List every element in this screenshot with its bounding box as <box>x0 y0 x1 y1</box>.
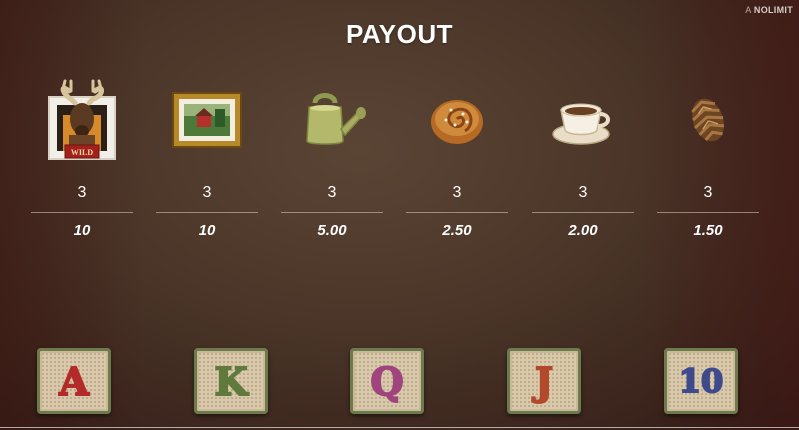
symbol-payout: 2.50 <box>442 222 472 239</box>
symbol-count: 3 <box>452 184 462 201</box>
tile-letter: J <box>534 358 554 405</box>
divider <box>281 212 383 213</box>
tile-10: 10 <box>664 348 738 414</box>
symbol-count: 3 <box>578 184 588 201</box>
symbol-column-watering-can: 3 5.00 <box>281 75 383 239</box>
divider <box>31 212 133 213</box>
symbol-column-picture: 3 10 <box>156 75 258 239</box>
symbol-column-moose: WILD 3 10 <box>31 75 133 239</box>
divider <box>657 212 759 213</box>
symbol-payout: 10 <box>73 222 91 239</box>
symbol-count: 3 <box>77 184 87 201</box>
symbol-payout: 10 <box>198 222 216 239</box>
symbol-payout: 2.00 <box>568 222 598 239</box>
symbol-column-pine-cone: 3 1.50 <box>657 75 759 239</box>
cinnamon-bun-icon <box>406 75 508 165</box>
tile-letter: 10 <box>678 361 725 401</box>
tile-letter: Q <box>369 358 404 405</box>
symbol-count: 3 <box>327 184 337 201</box>
symbol-payout: 5.00 <box>317 222 347 239</box>
brand-logo: A NOLIMIT <box>745 5 793 15</box>
page-title: PAYOUT <box>345 19 454 49</box>
bottom-divider <box>0 427 799 428</box>
moose-wild-icon: WILD <box>31 75 133 165</box>
tile-q: Q <box>350 348 424 414</box>
symbol-column-coffee-cup: 3 2.00 <box>532 75 634 239</box>
coffee-cup-icon <box>532 75 634 165</box>
tile-j: J <box>507 348 581 414</box>
pine-cone-icon <box>657 75 759 165</box>
symbol-count: 3 <box>703 184 713 201</box>
symbol-payout: 1.50 <box>693 222 723 239</box>
symbol-column-cinnamon-bun: 3 2.50 <box>406 75 508 239</box>
tile-k: K <box>194 348 268 414</box>
symbol-count: 3 <box>202 184 212 201</box>
framed-picture-icon <box>156 75 258 165</box>
tile-letter: K <box>213 358 248 405</box>
tile-letter: A <box>58 358 90 405</box>
divider <box>532 212 634 213</box>
divider <box>156 212 258 213</box>
divider <box>406 212 508 213</box>
tile-a: A <box>37 348 111 414</box>
watering-can-icon <box>281 75 383 165</box>
svg-text:WILD: WILD <box>71 148 93 157</box>
